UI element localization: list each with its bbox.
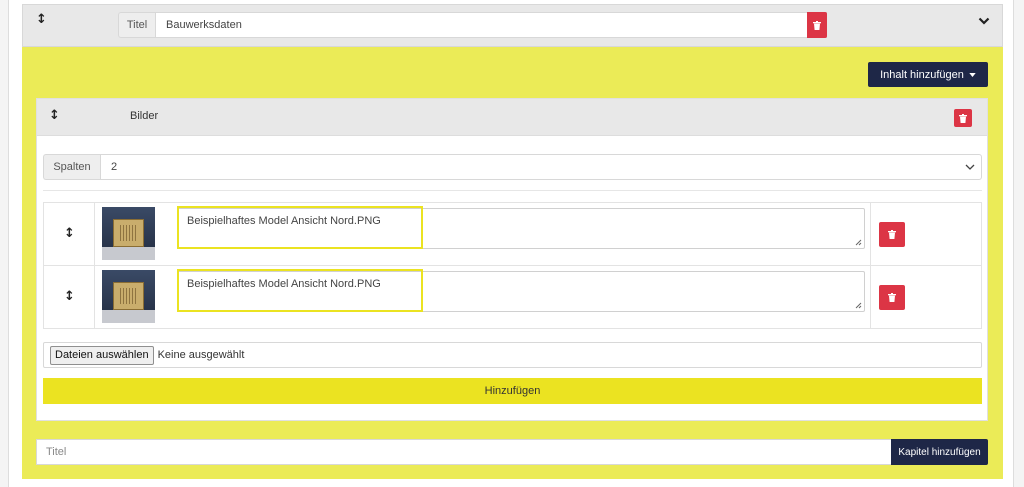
- chapter-title-input[interactable]: Bauwerksdaten: [155, 12, 827, 38]
- divider: [43, 190, 982, 191]
- drag-handle-icon[interactable]: ↕: [64, 226, 75, 241]
- choose-files-button[interactable]: Dateien auswählen: [50, 345, 154, 365]
- drag-cell: ↕: [44, 203, 95, 265]
- caption-text: Beispielhaftes Model Ansicht Nord.PNG: [187, 278, 381, 290]
- trash-icon: [888, 293, 896, 302]
- chevron-down-icon: [965, 164, 975, 170]
- caption-textarea[interactable]: Beispielhaftes Model Ansicht Nord.PNG: [177, 271, 865, 312]
- chapter-title-group: Titel Bauwerksdaten: [118, 12, 827, 38]
- add-chapter-button[interactable]: Kapitel hinzufügen: [891, 439, 988, 465]
- delete-chapter-button[interactable]: [807, 12, 827, 38]
- delete-block-button[interactable]: [954, 109, 972, 127]
- image-thumbnail: [102, 270, 155, 323]
- drag-handle-icon[interactable]: ↕: [36, 12, 47, 27]
- image-table: ↕ Beispielhaftes Model Ansicht Nord.PNG …: [43, 202, 982, 329]
- chevron-down-icon[interactable]: [978, 16, 990, 26]
- table-row: ↕ Beispielhaftes Model Ansicht Nord.PNG: [44, 203, 981, 266]
- new-chapter-title-input[interactable]: Titel: [36, 439, 892, 465]
- trash-icon: [888, 230, 896, 239]
- delete-image-button[interactable]: [879, 285, 905, 310]
- caret-down-icon: [969, 72, 976, 77]
- drag-cell: ↕: [44, 266, 95, 329]
- table-row: ↕ Beispielhaftes Model Ansicht Nord.PNG: [44, 266, 981, 329]
- resize-grip-icon[interactable]: [855, 302, 862, 309]
- add-content-button[interactable]: Inhalt hinzufügen: [868, 62, 988, 87]
- resize-grip-icon[interactable]: [855, 239, 862, 246]
- drag-handle-icon[interactable]: ↕: [49, 108, 60, 123]
- block-header: ↕ Bilder: [37, 99, 987, 136]
- columns-select-group: Spalten 2: [43, 154, 982, 180]
- columns-label: Spalten: [43, 154, 100, 180]
- columns-select[interactable]: 2: [100, 154, 982, 180]
- drag-handle-icon[interactable]: ↕: [64, 289, 75, 304]
- image-thumbnail: [102, 207, 155, 260]
- trash-icon: [959, 113, 967, 123]
- chapter-header: ↕ Titel Bauwerksdaten: [22, 4, 1003, 47]
- file-status: Keine ausgewählt: [157, 349, 245, 361]
- delete-image-button[interactable]: [879, 222, 905, 247]
- add-content-label: Inhalt hinzufügen: [880, 68, 964, 81]
- block-title: Bilder: [130, 110, 159, 122]
- caption-textarea[interactable]: Beispielhaftes Model Ansicht Nord.PNG: [177, 208, 865, 249]
- chapter-title-addon: Titel: [118, 12, 155, 38]
- image-content-block: ↕ Bilder Spalten 2 ↕ Beispielhaftes Mode…: [36, 98, 988, 421]
- trash-icon: [813, 20, 821, 30]
- file-input[interactable]: Dateien auswählen Keine ausgewählt: [43, 342, 982, 368]
- caption-text: Beispielhaftes Model Ansicht Nord.PNG: [187, 215, 381, 227]
- columns-value: 2: [111, 161, 118, 173]
- add-button[interactable]: Hinzufügen: [43, 378, 982, 404]
